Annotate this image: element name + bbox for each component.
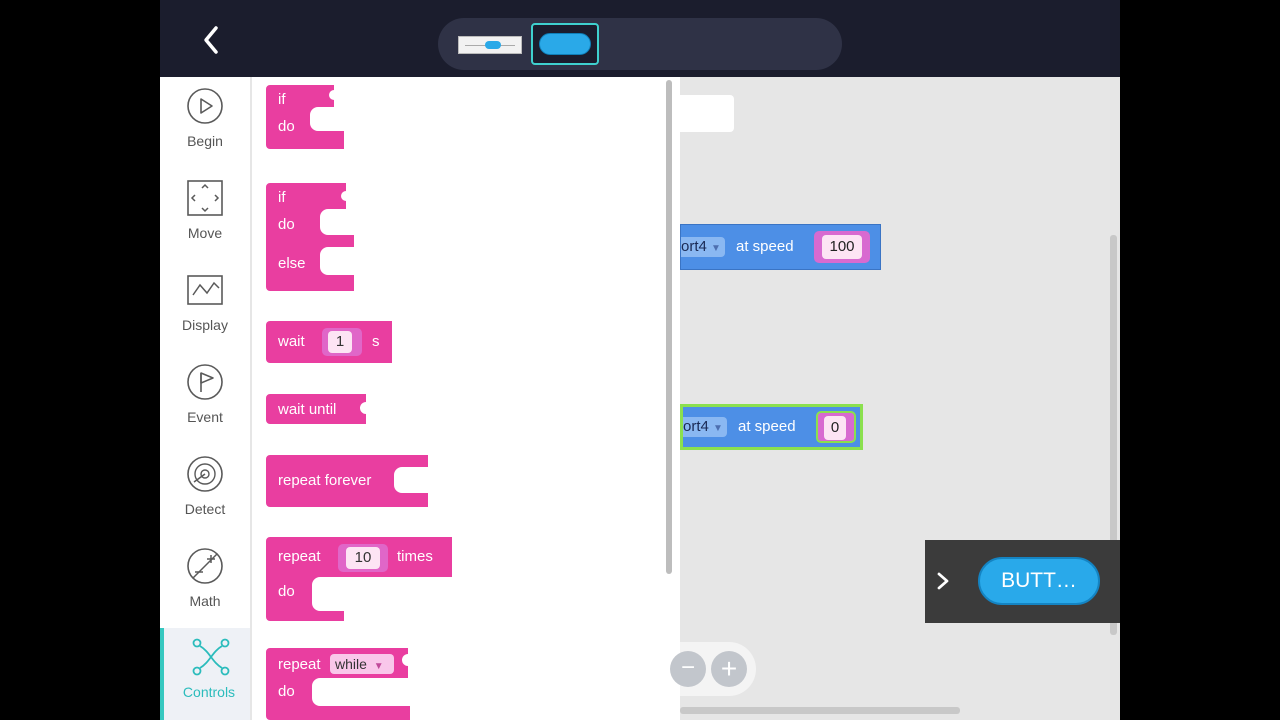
dropdown-arrow-icon: ▼ [711, 243, 721, 254]
category-detect[interactable]: Detect [160, 445, 250, 537]
port-value: ort4 [683, 418, 709, 435]
repeat-while-block[interactable]: repeat while ▼ do [266, 648, 414, 720]
wait-until-block[interactable]: wait until [266, 394, 370, 428]
category-event[interactable]: Event [160, 353, 250, 445]
port-value: ort4 [681, 238, 707, 255]
chevron-left-icon [204, 26, 218, 54]
zoom-out-label: − [680, 654, 695, 681]
if-label: if [278, 91, 286, 108]
slider-knob [485, 41, 501, 49]
workspace-comment[interactable] [680, 95, 734, 132]
motor-speed-block-selected[interactable]: ort4 ▼ at speed 0 [680, 404, 863, 450]
category-sidebar: Begin Move Display Event Detect Math Con… [160, 77, 250, 720]
widget-preview-panel: BUTT… [925, 540, 1120, 623]
button-widget-preview [539, 33, 591, 55]
wait-value-input[interactable]: 1 [328, 331, 352, 353]
category-math[interactable]: Math [160, 537, 250, 629]
app-window: Begin Move Display Event Detect Math Con… [160, 0, 1120, 720]
category-display[interactable]: Display [160, 261, 250, 353]
move-arrows-icon [187, 180, 223, 216]
controls-icon [192, 638, 230, 676]
button-widget-thumbnail[interactable] [531, 23, 599, 65]
wait-label: wait [278, 333, 305, 350]
times-label: times [397, 548, 433, 565]
radar-icon [187, 456, 223, 492]
repeat-forever-label: repeat forever [278, 472, 372, 489]
dropdown-arrow-icon: ▼ [713, 423, 723, 434]
zoom-controls: − + [670, 642, 756, 696]
category-label: Math [189, 593, 221, 609]
port-dropdown[interactable]: ort4 ▼ [681, 237, 725, 257]
do-label: do [278, 118, 295, 135]
do-label: do [278, 683, 295, 700]
do-label: do [278, 583, 295, 600]
workspace-canvas[interactable]: ort4 ▼ at speed 100 ort4 ▼ at speed 0 − [670, 77, 1120, 720]
play-circle-icon [187, 88, 223, 124]
chevron-right-icon [937, 572, 949, 590]
repeat-count-input[interactable]: 10 [346, 547, 380, 569]
zoom-out-button[interactable]: − [670, 651, 706, 687]
speed-value-input[interactable]: 100 [822, 235, 862, 259]
port-dropdown[interactable]: ort4 ▼ [683, 417, 727, 437]
preview-widget-button[interactable]: BUTT… [978, 557, 1100, 605]
math-icon [187, 548, 223, 584]
at-speed-label: at speed [736, 238, 794, 255]
dropdown-arrow-icon: ▼ [373, 661, 384, 672]
if-block[interactable]: if do [266, 85, 346, 159]
display-wave-icon [187, 275, 223, 305]
category-begin[interactable]: Begin [160, 77, 250, 169]
speed-value-input[interactable]: 0 [824, 416, 846, 440]
category-label: Controls [182, 684, 236, 700]
repeat-mode-value: while [335, 656, 367, 672]
speed-value-socket: 100 [814, 231, 870, 263]
flyout-scrollbar[interactable] [666, 80, 672, 574]
zoom-in-label: + [720, 653, 738, 684]
zoom-in-button[interactable]: + [711, 651, 747, 687]
category-label: Begin [187, 133, 223, 149]
wait-block[interactable]: wait 1 s [266, 321, 394, 367]
at-speed-label: at speed [738, 418, 796, 435]
motor-speed-block[interactable]: ort4 ▼ at speed 100 [680, 224, 881, 270]
workspace-horizontal-scrollbar[interactable] [680, 707, 960, 714]
category-label: Detect [184, 501, 226, 517]
speed-value-socket: 0 [816, 411, 856, 443]
expand-preview-button[interactable] [933, 568, 953, 594]
category-move[interactable]: Move [160, 169, 250, 261]
repeat-forever-block[interactable]: repeat forever [266, 455, 430, 509]
category-label: Event [187, 409, 223, 425]
if-else-block[interactable]: if do else [266, 183, 356, 293]
else-label: else [278, 255, 306, 272]
category-label: Move [187, 225, 223, 241]
flag-circle-icon [187, 364, 223, 400]
do-label: do [278, 216, 295, 233]
repeat-label: repeat [278, 548, 321, 565]
category-controls[interactable]: Controls [160, 628, 250, 720]
repeat-times-block[interactable]: repeat 10 times do [266, 537, 454, 623]
category-label: Display [182, 317, 228, 333]
widget-bar [438, 18, 842, 70]
block-flyout: if do if do else wait 1 s wait until rep… [252, 77, 680, 720]
wait-until-label: wait until [278, 401, 337, 418]
repeat-label: repeat [278, 656, 321, 673]
if-label: if [278, 189, 286, 206]
wait-unit-label: s [372, 333, 380, 350]
slider-widget-thumbnail[interactable] [458, 36, 522, 54]
back-button[interactable] [194, 22, 230, 58]
repeat-mode-dropdown[interactable]: while ▼ [330, 654, 394, 674]
top-bar [160, 0, 1120, 77]
